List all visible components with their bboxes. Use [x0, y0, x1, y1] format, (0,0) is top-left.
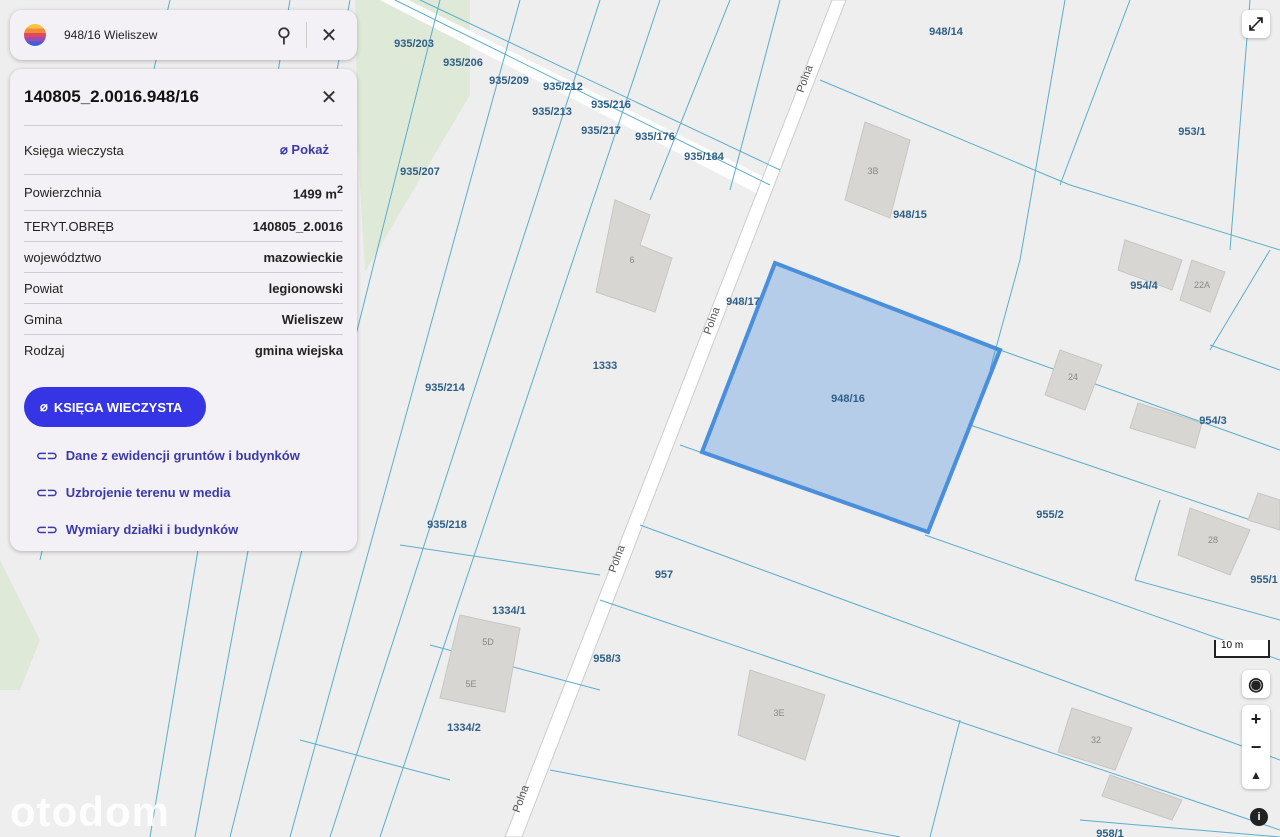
- clear-search-button[interactable]: ✕: [315, 21, 343, 49]
- svg-text:1333: 1333: [593, 360, 617, 372]
- land-records-link[interactable]: ⊂⊃ Dane z ewidencji gruntów i budynków: [36, 437, 343, 474]
- svg-text:948/15: 948/15: [893, 209, 927, 221]
- svg-text:935/184: 935/184: [684, 151, 725, 163]
- svg-text:22A: 22A: [1194, 280, 1210, 290]
- svg-text:935/214: 935/214: [425, 382, 466, 394]
- svg-text:957: 957: [655, 569, 673, 581]
- search-input[interactable]: 948/16 Wieliszew: [64, 28, 270, 42]
- fullscreen-button[interactable]: ⤢: [1242, 10, 1270, 38]
- svg-text:1334/2: 1334/2: [447, 722, 481, 734]
- svg-text:955/2: 955/2: [1036, 509, 1064, 521]
- utilities-link[interactable]: ⊂⊃ Uzbrojenie terenu w media: [36, 474, 343, 511]
- paperclip-icon: ⌀: [279, 142, 292, 157]
- county-value: legionowski: [268, 280, 343, 296]
- search-bar: 948/16 Wieliszew ⚲ ✕: [10, 10, 357, 60]
- zoom-in-button[interactable]: +: [1242, 705, 1270, 733]
- dimensions-link[interactable]: ⊂⊃ Wymiary działki i budynków: [36, 511, 343, 548]
- voivodeship-label: województwo: [24, 249, 102, 265]
- commune-label: Gmina: [24, 311, 63, 327]
- svg-text:935/176: 935/176: [635, 131, 675, 143]
- svg-text:948/16: 948/16: [831, 393, 865, 405]
- search-icon[interactable]: ⚲: [270, 21, 298, 49]
- svg-text:32: 32: [1091, 735, 1101, 745]
- svg-text:935/218: 935/218: [427, 519, 467, 531]
- locate-icon: ◉: [1248, 673, 1264, 694]
- kw-label: Księga wieczysta: [24, 142, 124, 158]
- parcel-info-panel: 140805_2.0016.948/16 ✕ Księga wieczysta …: [10, 69, 357, 551]
- parcel-id-title: 140805_2.0016.948/16: [24, 87, 199, 106]
- svg-text:948/14: 948/14: [929, 26, 964, 38]
- teryt-value: 140805_2.0016: [252, 218, 343, 234]
- fullscreen-icon: ⤢: [1248, 13, 1264, 34]
- info-icon[interactable]: i: [1250, 808, 1268, 826]
- svg-text:3E: 3E: [773, 708, 784, 718]
- link-icon: ⊂⊃: [36, 484, 58, 500]
- link-icon: ⊂⊃: [36, 447, 58, 463]
- type-label: Rodzaj: [24, 342, 65, 358]
- teryt-label: TERYT.OBRĘB: [24, 218, 115, 234]
- area-label: Powierzchnia: [24, 185, 102, 200]
- svg-text:935/217: 935/217: [581, 125, 621, 137]
- green-area: [0, 560, 40, 690]
- svg-text:5D: 5D: [482, 637, 494, 647]
- svg-text:953/1: 953/1: [1178, 126, 1206, 138]
- svg-text:935/209: 935/209: [489, 75, 529, 87]
- svg-text:24: 24: [1068, 372, 1078, 382]
- svg-text:3B: 3B: [867, 166, 878, 176]
- compass-button[interactable]: ▲: [1242, 761, 1270, 789]
- link-icon: ⊂⊃: [36, 521, 58, 537]
- zoom-controls: + − ▲: [1242, 705, 1270, 789]
- county-label: Powiat: [24, 280, 64, 296]
- app-logo: [24, 24, 46, 46]
- svg-text:954/4: 954/4: [1130, 280, 1158, 292]
- paperclip-icon: ⌀: [40, 399, 48, 414]
- area-value: 1499 m2: [292, 183, 343, 202]
- svg-text:28: 28: [1208, 535, 1218, 545]
- zoom-out-button[interactable]: −: [1242, 733, 1270, 761]
- svg-text:935/216: 935/216: [591, 99, 631, 111]
- svg-text:935/203: 935/203: [394, 38, 434, 50]
- voivodeship-value: mazowieckie: [263, 249, 344, 265]
- scale-bar: 10 m: [1214, 640, 1270, 658]
- svg-text:5E: 5E: [465, 679, 476, 689]
- svg-text:935/212: 935/212: [543, 81, 583, 93]
- locate-button[interactable]: ◉: [1242, 670, 1270, 698]
- close-panel-button[interactable]: ✕: [315, 83, 343, 111]
- svg-text:935/213: 935/213: [532, 106, 572, 118]
- svg-text:958/1: 958/1: [1096, 828, 1124, 837]
- svg-text:955/1: 955/1: [1250, 574, 1278, 586]
- svg-text:958/3: 958/3: [593, 653, 621, 665]
- otodom-watermark: otodom: [10, 788, 170, 835]
- svg-text:935/207: 935/207: [400, 166, 440, 178]
- svg-text:1334/1: 1334/1: [492, 605, 526, 617]
- svg-text:948/17: 948/17: [726, 296, 760, 308]
- land-register-button[interactable]: ⌀ KSIĘGA WIECZYSTA: [24, 387, 206, 427]
- divider: [306, 22, 307, 48]
- commune-value: Wieliszew: [281, 311, 343, 327]
- svg-text:6: 6: [629, 255, 634, 265]
- svg-text:954/3: 954/3: [1199, 415, 1227, 427]
- type-value: gmina wiejska: [254, 342, 343, 358]
- svg-text:935/206: 935/206: [443, 57, 483, 69]
- kw-show-link[interactable]: ⌀ Pokaż: [280, 142, 329, 158]
